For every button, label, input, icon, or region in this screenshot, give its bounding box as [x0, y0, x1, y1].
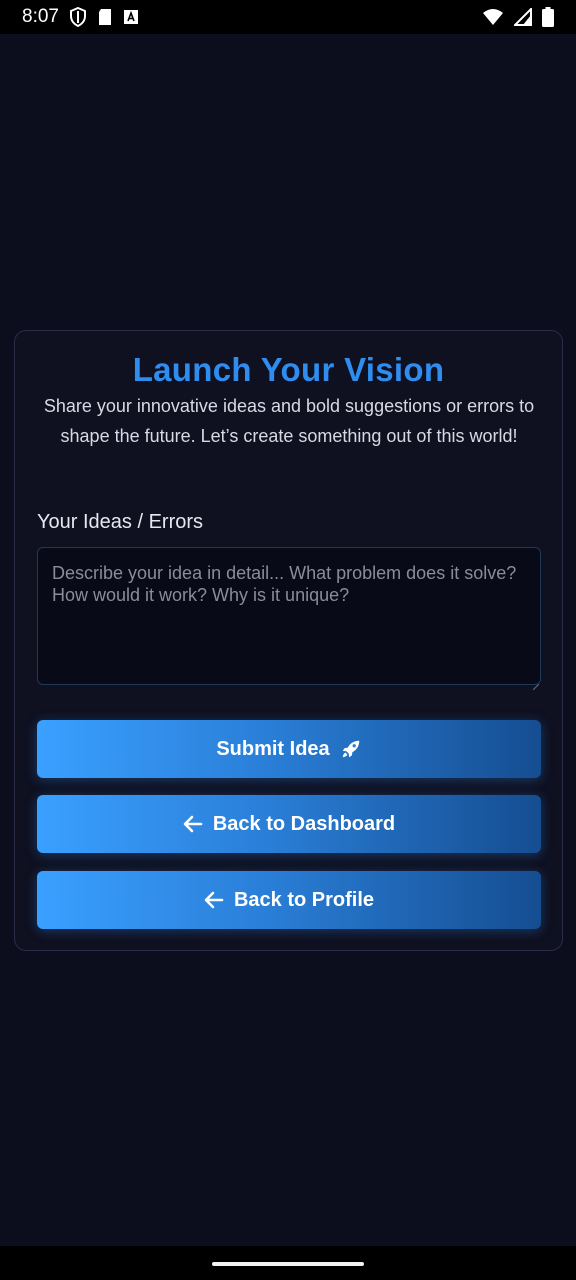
back-to-profile-label: Back to Profile: [233, 888, 375, 911]
resize-handle-icon[interactable]: [532, 677, 540, 691]
cellular-icon: [514, 8, 532, 26]
idea-card: Launch Your Vision Share your innovative…: [14, 330, 563, 951]
arrow-left-icon: [204, 891, 224, 909]
battery-icon: [542, 7, 554, 27]
wifi-icon: [482, 8, 504, 26]
status-bar: 8:07: [0, 0, 576, 34]
submit-idea-button[interactable]: Submit Idea: [37, 720, 541, 778]
rocket-icon: [340, 738, 362, 760]
shield-icon: [69, 7, 87, 27]
back-to-profile-button[interactable]: Back to Profile: [37, 871, 541, 929]
sd-card-icon: [97, 8, 113, 26]
back-to-dashboard-button[interactable]: Back to Dashboard: [37, 795, 541, 853]
page-description: Share your innovative ideas and bold sug…: [43, 396, 535, 446]
ideas-textarea[interactable]: [37, 547, 541, 685]
status-left: 8:07: [22, 6, 139, 28]
navigation-bar: [0, 1246, 576, 1280]
status-right: [482, 7, 554, 27]
back-to-dashboard-label: Back to Dashboard: [212, 812, 396, 835]
ideas-field-label: Your Ideas / Errors: [37, 511, 204, 533]
home-indicator[interactable]: [212, 1262, 364, 1266]
submit-idea-label: Submit Idea: [216, 737, 330, 760]
status-time: 8:07: [22, 6, 59, 27]
font-a-icon: [123, 9, 139, 25]
arrow-left-icon: [183, 815, 203, 833]
page-title: Launch Your Vision: [132, 351, 445, 388]
